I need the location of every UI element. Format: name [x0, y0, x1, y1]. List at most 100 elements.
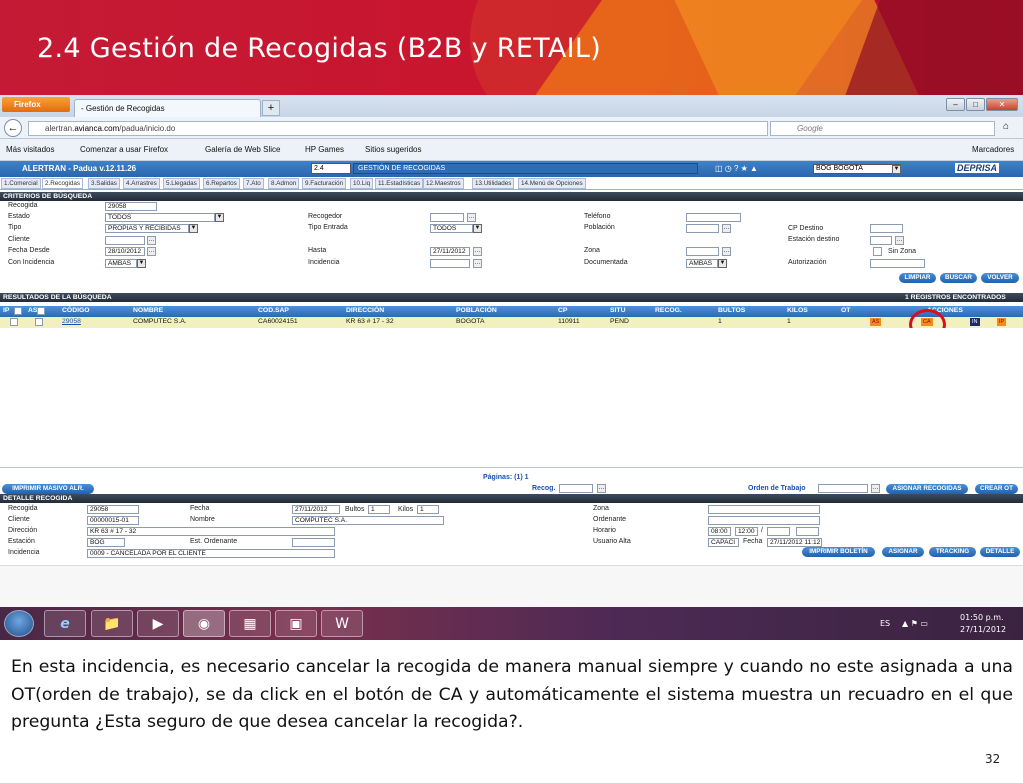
autorizacion-input[interactable] [870, 259, 925, 268]
chevron-down-icon[interactable]: ▼ [892, 165, 901, 174]
media-player-icon[interactable]: ▶ [137, 610, 179, 637]
menu-item[interactable]: 1.Comercial [1, 178, 41, 189]
limpiar-button[interactable]: LIMPIAR [899, 273, 936, 283]
firefox-icon[interactable]: ◉ [183, 610, 225, 637]
word-icon[interactable]: W [321, 610, 363, 637]
hasta-input[interactable]: 27/11/2012 [430, 247, 470, 256]
select-all-checkbox[interactable] [37, 307, 45, 315]
estado-select[interactable]: TODOS [105, 213, 215, 222]
recog-input[interactable] [559, 484, 593, 493]
home-icon[interactable]: ⌂ [1003, 121, 1009, 132]
calendar-button[interactable]: … [147, 247, 156, 256]
new-tab-button[interactable]: + [262, 100, 280, 116]
ie-icon[interactable]: e [44, 610, 86, 637]
col-header[interactable]: SITU [610, 307, 625, 314]
menu-item[interactable]: 7.Ato [243, 178, 264, 189]
in-action-icon[interactable]: IN [970, 318, 980, 326]
clock-date[interactable]: 27/11/2012 [960, 625, 1006, 634]
col-header[interactable]: KILOS [787, 307, 808, 314]
col-header[interactable]: OT [841, 307, 850, 314]
menu-item[interactable]: 3.Salidas [88, 178, 120, 189]
sin-zona-checkbox[interactable] [873, 247, 882, 256]
zona-input[interactable] [686, 247, 719, 256]
recogedor-input[interactable] [430, 213, 464, 222]
documentada-select[interactable]: AMBAS [686, 259, 718, 268]
chevron-down-icon[interactable]: ▼ [473, 224, 482, 233]
row-codigo-link[interactable]: 29058 [62, 318, 81, 325]
bookmark-item[interactable]: Sitios sugeridos [365, 145, 421, 154]
menu-item[interactable]: 6.Repartos [203, 178, 240, 189]
col-header[interactable]: COD.SAP [258, 307, 289, 314]
crear-ot-button[interactable]: CREAR OT [975, 484, 1018, 494]
search-input[interactable]: Google [770, 121, 995, 136]
pagination[interactable]: Páginas: (1) 1 [483, 474, 529, 481]
con-incidencia-select[interactable]: AMBAS [105, 259, 137, 268]
lookup-button[interactable]: … [147, 236, 156, 245]
asignar-recogidas-button[interactable]: ASIGNAR RECOGIDAS [886, 484, 968, 494]
module-code-input[interactable]: 2.4 [311, 163, 351, 174]
lookup-button[interactable]: … [597, 484, 606, 493]
app-icon[interactable]: ▦ [229, 610, 271, 637]
firefox-menu-button[interactable]: Firefox [2, 97, 70, 112]
menu-item[interactable]: 4.Arrastres [123, 178, 160, 189]
volver-button[interactable]: VOLVER [981, 273, 1019, 283]
row-as-checkbox[interactable] [35, 318, 43, 326]
col-header[interactable]: BULTOS [718, 307, 745, 314]
recogida-input[interactable]: 29058 [105, 202, 157, 211]
minimize-button[interactable]: – [946, 98, 965, 111]
col-header[interactable]: DIRECCIÓN [346, 307, 384, 314]
orden-trabajo-input[interactable] [818, 484, 868, 493]
bookmarks-menu[interactable]: Marcadores [972, 145, 1014, 154]
explorer-folder-icon[interactable]: 📁 [91, 610, 133, 637]
calendar-button[interactable]: … [473, 247, 482, 256]
toolbar-icons[interactable]: ◫ ◷ ? ★ ▲ [715, 164, 758, 173]
close-window-button[interactable]: ✕ [986, 98, 1018, 111]
menu-item[interactable]: 9.Facturación [302, 178, 347, 189]
imprimir-masivo-button[interactable]: IMPRIMIR MASIVO ALR. [2, 484, 94, 494]
menu-item[interactable]: 5.Llegadas [163, 178, 200, 189]
table-row[interactable]: 29058 COMPUTEC S.A. CA60024151 KR 63 # 1… [0, 317, 1023, 328]
asignar-button[interactable]: ASIGNAR [882, 547, 924, 557]
lookup-button[interactable]: … [722, 247, 731, 256]
buscar-button[interactable]: BUSCAR [940, 273, 977, 283]
lookup-button[interactable]: … [722, 224, 731, 233]
col-header[interactable]: CÓDIGO [62, 307, 90, 314]
chevron-down-icon[interactable]: ▼ [137, 259, 146, 268]
powerpoint-icon[interactable]: ▣ [275, 610, 317, 637]
lookup-button[interactable]: … [467, 213, 476, 222]
chevron-down-icon[interactable]: ▼ [189, 224, 198, 233]
city-select[interactable]: BOG BOGOTA [813, 164, 901, 174]
menu-item[interactable]: 11.Estadísticas [375, 178, 424, 189]
back-arrow-icon[interactable]: ← [4, 119, 22, 137]
estacion-destino-input[interactable] [870, 236, 892, 245]
col-header[interactable]: POBLACIÓN [456, 307, 497, 314]
poblacion-input[interactable] [686, 224, 719, 233]
menu-item[interactable]: 12.Maestros [423, 178, 464, 189]
ip-action-icon[interactable]: IP [997, 318, 1007, 326]
address-bar[interactable]: alertran.avianca.com/padua/inicio.do [28, 121, 768, 136]
maximize-button[interactable]: □ [966, 98, 985, 111]
col-header[interactable]: RECOG. [655, 307, 682, 314]
tipo-select[interactable]: PROPIAS Y RECIBIDAS [105, 224, 189, 233]
col-header[interactable]: NOMBRE [133, 307, 163, 314]
tray-icons[interactable]: ▲ ⚑ ▭ [902, 619, 928, 628]
select-all-checkbox[interactable] [14, 307, 22, 315]
cp-destino-input[interactable] [870, 224, 903, 233]
lookup-button[interactable]: … [871, 484, 880, 493]
menu-item[interactable]: 2.Recogidas [42, 178, 84, 189]
cliente-input[interactable] [105, 236, 145, 245]
lookup-button[interactable]: … [895, 236, 904, 245]
row-ip-checkbox[interactable] [10, 318, 18, 326]
menu-item[interactable]: 13.Utilidades [472, 178, 515, 189]
menu-item[interactable]: 8.Admon [268, 178, 300, 189]
incidencia-input[interactable] [430, 259, 470, 268]
clock-time[interactable]: 01:50 p.m. [960, 613, 1004, 622]
menu-item[interactable]: 14.Menú de Opciones [518, 178, 586, 189]
col-header[interactable]: CP [558, 307, 567, 314]
language-indicator[interactable]: ES [880, 619, 890, 628]
detalle-button[interactable]: DETALLE [980, 547, 1020, 557]
chevron-down-icon[interactable]: ▼ [215, 213, 224, 222]
menu-item[interactable]: 10.Liq [350, 178, 374, 189]
tipo-entrada-select[interactable]: TODOS [430, 224, 473, 233]
lookup-button[interactable]: … [473, 259, 482, 268]
